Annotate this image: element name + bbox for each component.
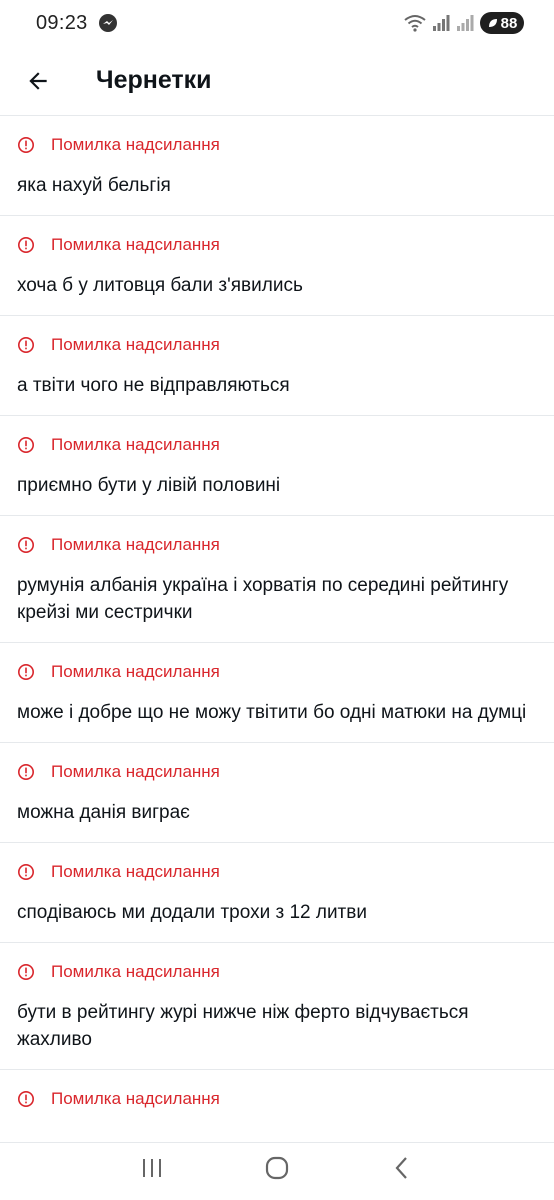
draft-item[interactable]: Помилка надсилання румунія албанія украї… <box>0 516 554 643</box>
draft-error-label: Помилка надсилання <box>51 662 220 681</box>
draft-item[interactable]: Помилка надсилання сподіваюсь ми додали … <box>0 843 554 943</box>
draft-item[interactable]: Помилка надсилання <box>0 1070 554 1143</box>
draft-error-label: Помилка надсилання <box>51 1089 220 1108</box>
draft-error-label: Помилка надсилання <box>51 335 220 354</box>
alert-circle-icon <box>17 336 35 354</box>
back-button[interactable] <box>16 59 60 103</box>
draft-item[interactable]: Помилка надсилання приємно бути у лівій … <box>0 416 554 516</box>
draft-text: яка нахуй бельгія <box>17 175 171 196</box>
draft-error-row: Помилка надсилання <box>16 661 530 683</box>
recents-button[interactable] <box>130 1146 174 1190</box>
status-time: 09:23 <box>36 11 88 34</box>
alert-circle-icon <box>17 1090 35 1108</box>
status-left: 09:23 <box>36 12 118 35</box>
page-title: Чернетки <box>96 66 212 94</box>
draft-error-row: Помилка надсилання <box>16 861 530 883</box>
draft-error-row: Помилка надсилання <box>16 134 530 156</box>
draft-item[interactable]: Помилка надсилання хоча б у литовця бали… <box>0 216 554 316</box>
draft-error-label: Помилка надсилання <box>51 135 220 154</box>
draft-item[interactable]: Помилка надсилання можна данія виграє <box>0 743 554 843</box>
system-nav-bar <box>0 1136 554 1200</box>
draft-item[interactable]: Помилка надсилання а твіти чого не відпр… <box>0 316 554 416</box>
alert-circle-icon <box>17 536 35 554</box>
drafts-list: Помилка надсилання яка нахуй бельгія Пом… <box>0 116 554 1200</box>
status-bar: 09:23 88 <box>0 0 554 46</box>
draft-error-label: Помилка надсилання <box>51 862 220 881</box>
signal-icon <box>432 15 450 31</box>
alert-circle-icon <box>17 436 35 454</box>
draft-error-row: Помилка надсилання <box>16 434 530 456</box>
draft-error-label: Помилка надсилання <box>51 535 220 554</box>
draft-item[interactable]: Помилка надсилання яка нахуй бельгія <box>0 116 554 216</box>
back-chevron-icon <box>392 1155 412 1181</box>
system-back-button[interactable] <box>380 1146 424 1190</box>
home-icon <box>264 1155 290 1181</box>
draft-error-row: Помилка надсилання <box>16 234 530 256</box>
alert-circle-icon <box>17 663 35 681</box>
status-right: 88 <box>404 12 524 34</box>
recents-icon <box>140 1157 164 1179</box>
draft-error-row: Помилка надсилання <box>16 534 530 556</box>
draft-text: може і добре що не можу твітити бо одні … <box>17 702 527 723</box>
draft-error-row: Помилка надсилання <box>16 761 530 783</box>
draft-error-row: Помилка надсилання <box>16 1088 530 1110</box>
draft-item[interactable]: Помилка надсилання бути в рейтингу журі … <box>0 943 554 1070</box>
draft-error-label: Помилка надсилання <box>51 235 220 254</box>
draft-item[interactable]: Помилка надсилання може і добре що не мо… <box>0 643 554 743</box>
draft-error-label: Помилка надсилання <box>51 762 220 781</box>
draft-text: сподіваюсь ми додали трохи з 12 литви <box>17 902 367 923</box>
draft-text: а твіти чого не відправляються <box>17 375 290 396</box>
alert-circle-icon <box>17 763 35 781</box>
draft-error-row: Помилка надсилання <box>16 961 530 983</box>
draft-error-label: Помилка надсилання <box>51 435 220 454</box>
alert-circle-icon <box>17 863 35 881</box>
alert-circle-icon <box>17 236 35 254</box>
messenger-icon <box>98 13 118 33</box>
leaf-icon <box>487 17 499 29</box>
draft-error-label: Помилка надсилання <box>51 962 220 981</box>
signal-icon-2 <box>456 15 474 31</box>
wifi-icon <box>404 14 426 32</box>
battery-indicator: 88 <box>480 12 524 34</box>
draft-text: приємно бути у лівій половині <box>17 475 281 496</box>
draft-text: можна данія виграє <box>17 802 190 823</box>
alert-circle-icon <box>17 136 35 154</box>
draft-text: румунія албанія україна і хорватія по се… <box>17 575 509 623</box>
app-header: Чернетки <box>0 46 554 116</box>
home-button[interactable] <box>255 1146 299 1190</box>
draft-text: бути в рейтингу журі нижче ніж ферто від… <box>17 1002 469 1050</box>
battery-level: 88 <box>500 14 518 32</box>
arrow-left-icon <box>25 68 51 94</box>
draft-text: хоча б у литовця бали з'явились <box>17 275 303 296</box>
alert-circle-icon <box>17 963 35 981</box>
draft-error-row: Помилка надсилання <box>16 334 530 356</box>
